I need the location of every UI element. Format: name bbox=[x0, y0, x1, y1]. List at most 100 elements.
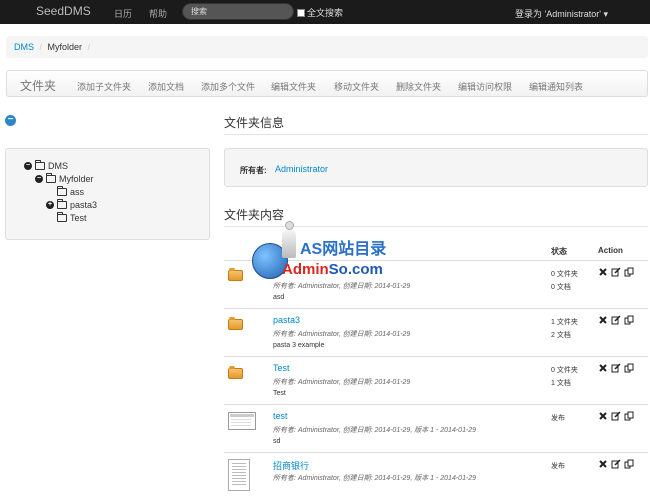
owner-label: 所有者: bbox=[240, 166, 267, 175]
item-name-link[interactable]: 招商银行 bbox=[273, 459, 309, 472]
caret-down-icon: ▾ bbox=[603, 9, 608, 19]
delete-icon[interactable] bbox=[598, 411, 608, 421]
add-subfolder-link[interactable]: 添加子文件夹 bbox=[77, 80, 131, 93]
item-name-link[interactable]: pasta3 bbox=[273, 315, 300, 325]
status-folder-count: 0 文件夹 bbox=[551, 367, 578, 374]
tree-node-pasta3[interactable]: + pasta3 bbox=[46, 199, 98, 210]
folder-icon bbox=[57, 199, 67, 209]
watermark-url-blue: So.com bbox=[328, 261, 383, 278]
move-folder-link[interactable]: 移动文件夹 bbox=[334, 80, 379, 93]
table-row: 招商银行 所有者: Administrator, 创建日期: 2014-01-2… bbox=[224, 452, 648, 503]
status-document-count: 1 文档 bbox=[551, 380, 571, 387]
divider bbox=[224, 134, 648, 135]
item-description: Test bbox=[273, 390, 286, 397]
folder-icon[interactable] bbox=[228, 366, 243, 379]
edit-icon[interactable] bbox=[611, 363, 621, 373]
row-actions bbox=[598, 315, 634, 325]
nav-link-help[interactable]: 帮助 bbox=[149, 7, 167, 20]
watermark-url: AdminSo.com bbox=[282, 261, 383, 278]
row-actions bbox=[598, 363, 634, 373]
edit-icon[interactable] bbox=[611, 459, 621, 469]
folder-icon[interactable] bbox=[228, 317, 243, 330]
copy-icon[interactable] bbox=[624, 363, 634, 373]
tree-node-label: pasta3 bbox=[70, 200, 98, 210]
status-label: 发布 bbox=[551, 463, 565, 470]
delete-folder-link[interactable]: 删除文件夹 bbox=[396, 80, 441, 93]
delete-icon[interactable] bbox=[598, 315, 608, 325]
edit-icon[interactable] bbox=[611, 267, 621, 277]
tree-node-dms[interactable]: − DMS bbox=[24, 160, 68, 171]
folder-action-bar: 文件夹 添加子文件夹 添加文档 添加多个文件 编辑文件夹 移动文件夹 删除文件夹… bbox=[6, 70, 648, 97]
tree-node-ass[interactable]: ass bbox=[57, 186, 85, 197]
fulltext-search-option[interactable]: 全文搜索 bbox=[297, 6, 343, 19]
watermark-title: AS网站目录 bbox=[300, 241, 387, 258]
minus-toggle-icon[interactable]: − bbox=[35, 175, 43, 183]
site-watermark: AS网站目录 AdminSo.com bbox=[250, 219, 410, 284]
folder-info-panel: 所有者: Administrator bbox=[224, 148, 648, 187]
delete-icon[interactable] bbox=[598, 459, 608, 469]
edit-folder-link[interactable]: 编辑文件夹 bbox=[271, 80, 316, 93]
user-menu[interactable]: 登录为 'Administrator' ▾ bbox=[515, 7, 608, 20]
table-row: test 所有者: Administrator, 创建日期: 2014-01-2… bbox=[224, 404, 648, 452]
top-navbar: SeedDMS 日历 帮助 搜索 全文搜索 登录为 'Administrator… bbox=[0, 0, 650, 24]
item-name-link[interactable]: test bbox=[273, 411, 288, 421]
copy-icon[interactable] bbox=[624, 411, 634, 421]
delete-icon[interactable] bbox=[598, 363, 608, 373]
document-thumbnail[interactable] bbox=[228, 412, 256, 430]
tree-node-myfolder[interactable]: − Myfolder bbox=[35, 173, 94, 184]
column-header-status: 状态 bbox=[551, 247, 567, 256]
folder-icon bbox=[57, 186, 67, 196]
add-multiple-files-link[interactable]: 添加多个文件 bbox=[201, 80, 255, 93]
search-input[interactable]: 搜索 bbox=[182, 3, 294, 20]
delete-icon[interactable] bbox=[598, 267, 608, 277]
breadcrumb-separator: / bbox=[39, 42, 43, 52]
status-label: 发布 bbox=[551, 415, 565, 422]
item-meta: 所有者: Administrator, 创建日期: 2014-01-29, 版本… bbox=[273, 475, 477, 482]
copy-icon[interactable] bbox=[624, 315, 634, 325]
copy-icon[interactable] bbox=[624, 267, 634, 277]
tree-node-test[interactable]: Test bbox=[57, 212, 87, 223]
table-row: Test 所有者: Administrator, 创建日期: 2014-01-2… bbox=[224, 356, 648, 404]
document-thumbnail[interactable] bbox=[228, 459, 250, 491]
column-header-action: Action bbox=[598, 246, 623, 255]
fulltext-checkbox[interactable] bbox=[297, 8, 305, 17]
item-meta: 所有者: Administrator, 创建日期: 2014-01-29 bbox=[273, 331, 411, 338]
folder-info-title: 文件夹信息 bbox=[224, 116, 285, 130]
owner-link[interactable]: Administrator bbox=[275, 164, 328, 174]
edit-notify-link[interactable]: 编辑通知列表 bbox=[529, 80, 583, 93]
breadcrumb-separator: / bbox=[87, 42, 91, 52]
minus-circle-icon[interactable]: − bbox=[5, 115, 16, 126]
plus-toggle-icon[interactable]: + bbox=[46, 201, 54, 209]
tree-node-label: Test bbox=[70, 213, 87, 223]
folder-tree: − DMS − Myfolder ass + pasta3 Test bbox=[5, 148, 210, 240]
breadcrumb: DMS / Myfolder / bbox=[6, 36, 648, 58]
breadcrumb-current: Myfolder bbox=[47, 42, 83, 52]
user-menu-label: 登录为 'Administrator' bbox=[515, 9, 601, 19]
folder-open-icon bbox=[46, 173, 56, 183]
status-document-count: 2 文档 bbox=[551, 332, 571, 339]
watermark-url-red: Admin bbox=[282, 261, 329, 278]
tree-node-label: DMS bbox=[48, 161, 68, 171]
edit-access-link[interactable]: 编辑访问权限 bbox=[458, 80, 512, 93]
folder-icon[interactable] bbox=[228, 268, 243, 281]
fulltext-label: 全文搜索 bbox=[307, 8, 344, 18]
edit-icon[interactable] bbox=[611, 411, 621, 421]
folder-open-icon bbox=[35, 160, 45, 170]
item-name-link[interactable]: Test bbox=[273, 363, 290, 373]
minus-toggle-icon[interactable]: − bbox=[24, 162, 32, 170]
action-bar-title: 文件夹 bbox=[20, 79, 57, 93]
row-actions bbox=[598, 267, 634, 277]
tree-node-label: ass bbox=[70, 187, 85, 197]
brand-logo[interactable]: SeedDMS bbox=[36, 4, 91, 18]
copy-icon[interactable] bbox=[624, 459, 634, 469]
add-document-link[interactable]: 添加文档 bbox=[148, 80, 184, 93]
item-description: pasta 3 example bbox=[273, 342, 325, 349]
status-document-count: 0 文档 bbox=[551, 284, 571, 291]
edit-icon[interactable] bbox=[611, 315, 621, 325]
tree-node-label: Myfolder bbox=[59, 174, 94, 184]
status-folder-count: 1 文件夹 bbox=[551, 319, 578, 326]
item-meta: 所有者: Administrator, 创建日期: 2014-01-29 bbox=[273, 379, 411, 386]
table-row: pasta3 所有者: Administrator, 创建日期: 2014-01… bbox=[224, 308, 648, 356]
nav-link-calendar[interactable]: 日历 bbox=[114, 7, 132, 20]
breadcrumb-root[interactable]: DMS bbox=[14, 42, 34, 52]
